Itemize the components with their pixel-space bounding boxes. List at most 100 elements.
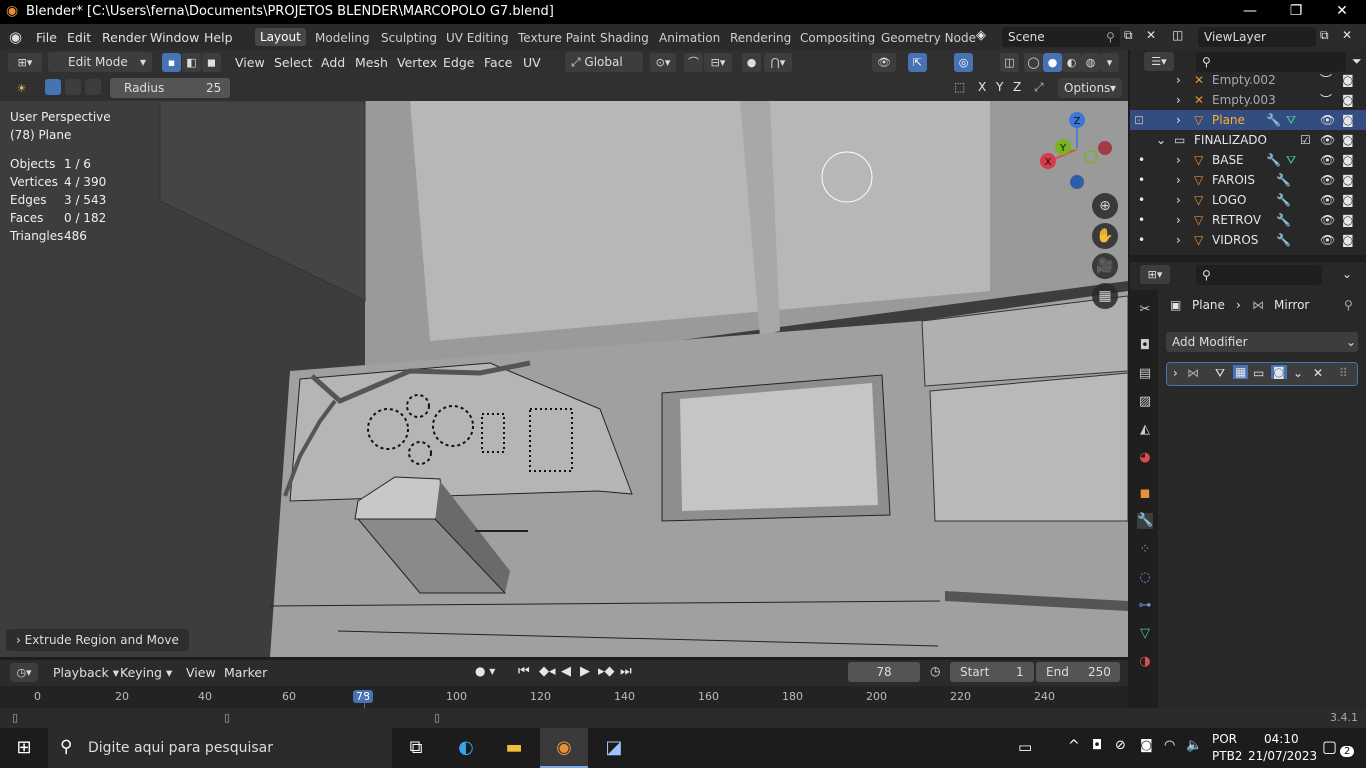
clock-time[interactable]: 04:10	[1264, 732, 1299, 746]
neg-y-handle[interactable]	[1084, 150, 1098, 164]
solid-shading-icon[interactable]: ●	[1043, 53, 1062, 72]
visibility-eye-icon[interactable]: 👁	[1320, 190, 1335, 210]
pin-icon[interactable]: ⚲	[1344, 298, 1353, 312]
tray-chevron-icon[interactable]: ^	[1068, 738, 1080, 754]
constraints-tab-icon[interactable]: ⊶	[1137, 598, 1153, 614]
tab-uv-editing[interactable]: UV Editing	[446, 31, 509, 45]
output-tab-icon[interactable]: ▤	[1137, 366, 1153, 382]
task-view-icon[interactable]: ⧉	[392, 728, 440, 768]
menu-render[interactable]: Render	[102, 30, 147, 45]
remove-modifier-icon[interactable]: ✕	[1313, 366, 1323, 380]
mirror-y-toggle[interactable]: Y	[996, 80, 1003, 94]
gizmo-toggle-icon[interactable]: ⇱	[908, 53, 927, 72]
active-tool-icon[interactable]: ☀	[12, 79, 31, 98]
falloff-icon[interactable]: ⋂▾	[764, 53, 792, 72]
outliner-row-base[interactable]: • › ▽ BASE 🔧 ⛛ 👁 ◙	[1130, 150, 1366, 170]
blender-menu-icon[interactable]: ◉	[9, 28, 22, 46]
modifier-wrench-icon[interactable]: 🔧	[1276, 210, 1291, 230]
expand-chevron-icon[interactable]: ›	[1173, 366, 1178, 380]
modifier-wrench-icon[interactable]: 🔧	[1276, 170, 1291, 190]
end-frame-field[interactable]: End 250	[1036, 662, 1120, 682]
snap-target-icon[interactable]: ⊟▾	[704, 53, 732, 72]
mode-selector[interactable]: Edit Mode ▾	[48, 52, 152, 72]
timeline-editor-type-icon[interactable]: ◷▾	[10, 663, 38, 682]
visibility-eye-icon[interactable]: ︶	[1320, 70, 1332, 90]
mesh-data-icon[interactable]: ⛛	[1286, 110, 1296, 130]
edit-cage-icon[interactable]: ⛛	[1215, 366, 1225, 381]
visibility-eye-icon[interactable]: 👁	[1320, 170, 1335, 190]
world-tab-icon[interactable]: ◕	[1137, 450, 1153, 466]
rendered-shading-icon[interactable]: ◍	[1081, 53, 1100, 72]
render-camera-icon[interactable]: ◙	[1342, 150, 1354, 170]
render-tab-icon[interactable]: ◘	[1137, 338, 1153, 354]
tab-shading[interactable]: Shading	[600, 31, 649, 45]
mirror-modifier-panel[interactable]: › ⋈ ⛛ ▦ ▭ ◙ ⌄ ✕ ⠿	[1166, 362, 1358, 386]
close-button[interactable]: ✕	[1319, 0, 1365, 24]
mesh-canvas[interactable]	[0, 101, 1128, 657]
taskbar-search-box[interactable]: ⚲ Digite aqui para pesquisar	[48, 728, 392, 768]
realtime-display-icon[interactable]: ▭	[1253, 366, 1264, 380]
wifi-icon[interactable]: ◠	[1164, 738, 1175, 753]
menu-face[interactable]: Face	[484, 55, 512, 70]
visibility-eye-icon[interactable]: 👁	[1320, 210, 1335, 230]
outliner-row-retrov[interactable]: • › ▽ RETROV 🔧 👁 ◙	[1130, 210, 1366, 230]
drag-handle-icon[interactable]: ⠿	[1339, 366, 1348, 380]
mirror-z-toggle[interactable]: Z	[1013, 80, 1021, 94]
properties-search-input[interactable]: ⚲	[1196, 265, 1322, 285]
app-taskbar-icon[interactable]: ◪	[590, 728, 638, 768]
add-modifier-dropdown[interactable]: Add Modifier ⌄	[1166, 332, 1358, 352]
modifier-wrench-icon[interactable]: 🔧	[1266, 110, 1281, 130]
3d-viewport[interactable]: User Perspective (78) Plane Objects 1 / …	[0, 101, 1128, 657]
play-icon[interactable]: ▶	[580, 664, 590, 679]
outliner-row-plane[interactable]: ⊡ › ▽ Plane 🔧 ⛛ 👁 ◙	[1130, 110, 1366, 130]
select-extend-icon[interactable]	[65, 79, 81, 95]
data-tab-icon[interactable]: ▽	[1137, 626, 1153, 642]
material-tab-icon[interactable]: ◑	[1137, 654, 1153, 670]
visibility-eye-icon[interactable]: ︶	[1320, 90, 1332, 110]
menu-playback[interactable]: Playback ▾	[53, 665, 119, 680]
options-dropdown[interactable]: Options ▾	[1058, 78, 1122, 98]
menu-select[interactable]: Select	[274, 55, 313, 70]
modifier-wrench-icon[interactable]: 🔧	[1266, 150, 1281, 170]
play-reverse-icon[interactable]: ◀	[561, 664, 571, 679]
language-label[interactable]: POR	[1212, 732, 1237, 746]
xray-icon[interactable]: ◫	[1000, 53, 1019, 72]
modifier-menu-chevron-icon[interactable]: ⌄	[1293, 366, 1303, 380]
outliner-row-vidros[interactable]: • › ▽ VIDROS 🔧 👁 ◙	[1130, 230, 1366, 250]
record-icon[interactable]: ● ▾	[475, 664, 495, 678]
material-shading-icon[interactable]: ◐	[1062, 53, 1081, 72]
render-toggle-icon[interactable]: ◙	[1271, 365, 1287, 379]
start-frame-field[interactable]: Start 1	[950, 662, 1034, 682]
visibility-icon[interactable]: 👁	[872, 53, 896, 72]
tab-sculpting[interactable]: Sculpting	[381, 31, 437, 45]
edge-select-icon[interactable]: ◧	[182, 53, 201, 72]
outliner-row-finalizado[interactable]: ⌄ ▭ FINALIZADO ☑ 👁 ◙	[1130, 130, 1366, 150]
view-layer-tab-icon[interactable]: ▨	[1137, 394, 1153, 410]
render-camera-icon[interactable]: ◙	[1342, 70, 1354, 90]
volume-icon[interactable]: 🔈	[1186, 738, 1202, 753]
shading-options-icon[interactable]: ▾	[1100, 53, 1119, 72]
visibility-eye-icon[interactable]: 👁	[1320, 130, 1335, 150]
tab-compositing[interactable]: Compositing	[800, 31, 875, 45]
delete-view-layer-icon[interactable]: ✕	[1342, 28, 1352, 42]
menu-marker[interactable]: Marker	[224, 665, 267, 680]
menu-edit[interactable]: Edit	[67, 30, 91, 45]
menu-mesh[interactable]: Mesh	[355, 55, 388, 70]
next-keyframe-icon[interactable]: ▸◆	[598, 664, 615, 679]
clock-date[interactable]: 21/07/2023	[1248, 749, 1317, 763]
neg-x-handle[interactable]	[1098, 141, 1112, 155]
physics-tab-icon[interactable]: ◌	[1137, 570, 1153, 586]
visibility-eye-icon[interactable]: 👁	[1320, 230, 1335, 250]
camera-tray-icon[interactable]: ◘	[1092, 738, 1102, 753]
radius-field[interactable]: Radius 25	[110, 78, 230, 98]
neg-z-handle[interactable]	[1070, 175, 1084, 189]
snap-icon[interactable]: ⌒	[684, 53, 703, 72]
auto-merge-icon[interactable]: ⤢	[1034, 80, 1044, 95]
notification-icon[interactable]: ▢	[1322, 737, 1337, 756]
edge-browser-icon[interactable]: ◐	[442, 728, 490, 768]
face-select-icon[interactable]: ◼	[202, 53, 221, 72]
restore-button[interactable]: ❐	[1273, 0, 1319, 24]
transform-orientation[interactable]: ⤢ Global	[565, 52, 643, 72]
camera-view-icon[interactable]: 🎥	[1092, 253, 1118, 279]
tab-layout[interactable]: Layout	[255, 28, 306, 46]
